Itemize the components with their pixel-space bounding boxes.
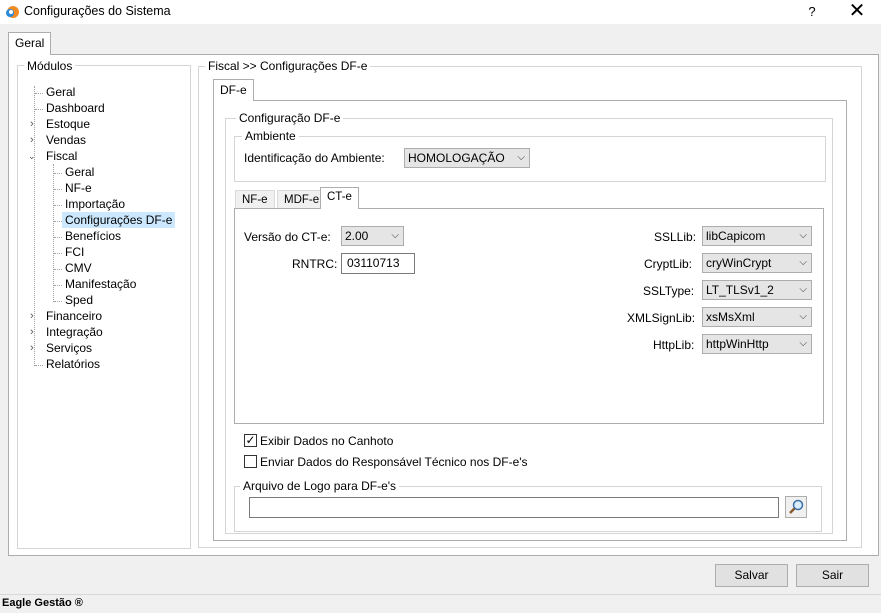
ssltype-label: SSLType: bbox=[643, 284, 695, 298]
tree-guide-line bbox=[53, 164, 54, 302]
cryptlib-label: CryptLib: bbox=[644, 257, 693, 271]
chevron-down-icon: ⌵ bbox=[799, 311, 807, 322]
ssltype-value: LT_TLSv1_2 bbox=[706, 283, 774, 297]
tree-item-relatorios[interactable]: Relatórios bbox=[46, 356, 100, 372]
tab-dfe[interactable]: DF-e bbox=[213, 79, 254, 101]
chevron-right-icon[interactable]: › bbox=[30, 116, 38, 132]
exibir-canhoto-label: Exibir Dados no Canhoto bbox=[260, 434, 394, 448]
rntrc-label: RNTRC: bbox=[292, 257, 338, 271]
exit-button[interactable]: Sair bbox=[796, 564, 869, 587]
ambiente-legend: Ambiente bbox=[242, 129, 299, 143]
close-button[interactable]: ✕ bbox=[842, 1, 872, 22]
httplib-value: httpWinHttp bbox=[706, 337, 769, 351]
cryptlib-select[interactable]: cryWinCrypt ⌵ bbox=[702, 253, 812, 273]
tab-geral[interactable]: Geral bbox=[8, 32, 52, 55]
browse-logo-button[interactable] bbox=[785, 496, 807, 518]
enviar-resp-tecnico-label: Enviar Dados do Responsável Técnico nos … bbox=[260, 455, 528, 469]
chevron-down-icon: ⌵ bbox=[799, 230, 807, 241]
tree-connector bbox=[54, 189, 62, 190]
tree-connector bbox=[54, 285, 62, 286]
chevron-down-icon[interactable]: ⌄ bbox=[28, 148, 36, 164]
xmlsignlib-label: XMLSignLib: bbox=[627, 311, 696, 325]
app-logo-icon bbox=[6, 6, 19, 18]
tree-item-fiscal-geral[interactable]: Geral bbox=[65, 164, 94, 180]
breadcrumb: Fiscal >> Configurações DF-e bbox=[205, 59, 371, 73]
httplib-select[interactable]: httpWinHttp ⌵ bbox=[702, 334, 812, 354]
tree-connector bbox=[35, 109, 43, 110]
ssltype-select[interactable]: LT_TLSv1_2 ⌵ bbox=[702, 280, 812, 300]
tree-item-fiscal[interactable]: Fiscal bbox=[46, 148, 77, 164]
versao-cte-value: 2.00 bbox=[345, 229, 369, 243]
tree-connector bbox=[54, 221, 62, 222]
status-text: Eagle Gestão ® bbox=[2, 597, 83, 609]
modulos-legend: Módulos bbox=[24, 59, 76, 73]
ssllib-value: libCapicom bbox=[706, 229, 766, 243]
ssllib-label: SSLLib: bbox=[654, 230, 697, 244]
tree-item-fci[interactable]: FCI bbox=[65, 244, 84, 260]
tree-item-importacao[interactable]: Importação bbox=[65, 196, 125, 212]
window-title: Configurações do Sistema bbox=[24, 4, 171, 18]
tree-item-vendas[interactable]: Vendas bbox=[46, 132, 86, 148]
tab-nfe[interactable]: NF-e bbox=[235, 190, 275, 210]
enviar-resp-tecnico-checkbox[interactable] bbox=[244, 455, 257, 468]
tree-connector bbox=[54, 301, 62, 302]
save-button[interactable]: Salvar bbox=[715, 564, 788, 587]
versao-cte-label: Versão do CT-e: bbox=[244, 230, 331, 244]
xmlsignlib-value: xsMsXml bbox=[706, 310, 755, 324]
tree-connector bbox=[35, 93, 43, 94]
chevron-down-icon: ⌵ bbox=[799, 257, 807, 268]
tree-item-financeiro[interactable]: Financeiro bbox=[46, 308, 102, 324]
logo-file-input[interactable] bbox=[249, 497, 779, 518]
httplib-label: HttpLib: bbox=[653, 338, 695, 352]
tree-item-geral[interactable]: Geral bbox=[46, 84, 75, 100]
tree-connector bbox=[54, 269, 62, 270]
tree-item-beneficios[interactable]: Benefícios bbox=[65, 228, 121, 244]
chevron-right-icon[interactable]: › bbox=[30, 324, 38, 340]
status-bar: Eagle Gestão ® bbox=[0, 594, 881, 613]
tree-item-manifestacao[interactable]: Manifestação bbox=[65, 276, 136, 292]
configuracao-dfe-legend: Configuração DF-e bbox=[236, 111, 344, 125]
chevron-down-icon: ⌵ bbox=[391, 230, 399, 241]
tree-item-dashboard[interactable]: Dashboard bbox=[46, 100, 105, 116]
tree-connector bbox=[54, 173, 62, 174]
tab-cte[interactable]: CT-e bbox=[320, 187, 359, 209]
tree-connector bbox=[54, 205, 62, 206]
tree-connector bbox=[54, 237, 62, 238]
chevron-down-icon: ⌵ bbox=[799, 284, 807, 295]
ambiente-select-value: HOMOLOGAÇÃO bbox=[408, 151, 505, 165]
tree-item-nfe[interactable]: NF-e bbox=[65, 180, 92, 196]
modulos-group bbox=[17, 65, 191, 549]
tree-item-configuracoes-dfe[interactable]: Configurações DF-e bbox=[62, 212, 176, 228]
tree-item-cmv[interactable]: CMV bbox=[65, 260, 92, 276]
tree-item-estoque[interactable]: Estoque bbox=[46, 116, 90, 132]
chevron-right-icon[interactable]: › bbox=[30, 340, 38, 356]
tab-mdfe[interactable]: MDF-e bbox=[277, 190, 327, 210]
search-icon bbox=[789, 499, 804, 514]
exibir-canhoto-checkbox[interactable]: ✓ bbox=[244, 434, 257, 447]
rntrc-input[interactable]: 03110713 bbox=[341, 253, 415, 274]
ssllib-select[interactable]: libCapicom ⌵ bbox=[702, 226, 812, 246]
logo-file-legend: Arquivo de Logo para DF-e's bbox=[240, 479, 400, 493]
chevron-down-icon: ⌵ bbox=[517, 152, 525, 163]
xmlsignlib-select[interactable]: xsMsXml ⌵ bbox=[702, 307, 812, 327]
tree-item-servicos[interactable]: Serviços bbox=[46, 340, 92, 356]
chevron-down-icon: ⌵ bbox=[799, 338, 807, 349]
chevron-right-icon[interactable]: › bbox=[30, 132, 38, 148]
ambiente-label: Identificação do Ambiente: bbox=[244, 151, 385, 165]
chevron-right-icon[interactable]: › bbox=[30, 308, 38, 324]
tree-item-integracao[interactable]: Integração bbox=[46, 324, 103, 340]
cryptlib-value: cryWinCrypt bbox=[706, 256, 772, 270]
tree-connector bbox=[35, 365, 43, 366]
help-button[interactable]: ? bbox=[800, 2, 824, 22]
tree-item-sped[interactable]: Sped bbox=[65, 292, 93, 308]
tree-connector bbox=[54, 253, 62, 254]
versao-cte-select[interactable]: 2.00 ⌵ bbox=[341, 226, 404, 246]
ambiente-select[interactable]: HOMOLOGAÇÃO ⌵ bbox=[404, 148, 530, 168]
